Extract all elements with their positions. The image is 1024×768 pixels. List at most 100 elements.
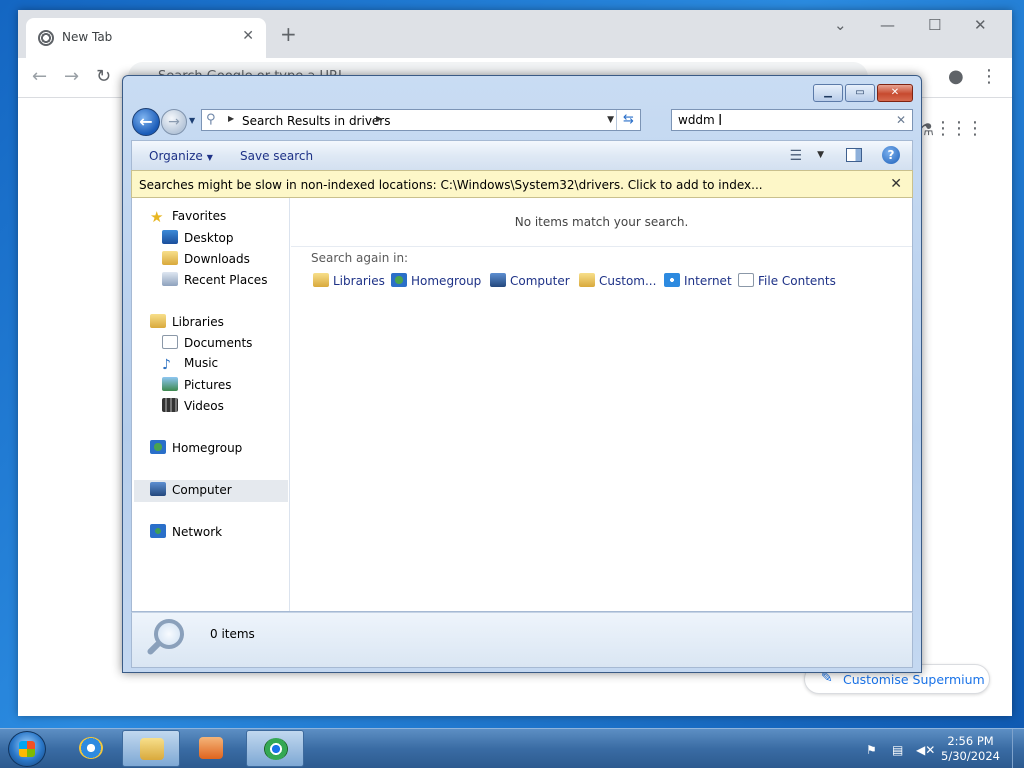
recent-places-icon bbox=[162, 272, 178, 286]
magnifier-handle bbox=[146, 640, 162, 656]
start-button[interactable] bbox=[8, 731, 46, 767]
nav-homegroup[interactable]: Homegroup bbox=[150, 440, 242, 460]
show-desktop-button[interactable] bbox=[1012, 729, 1024, 768]
view-dropdown-icon[interactable]: ▼ bbox=[817, 150, 824, 160]
nav-label: Desktop bbox=[184, 231, 234, 245]
nav-libraries[interactable]: Libraries bbox=[150, 314, 224, 334]
location-label: Custom... bbox=[599, 274, 657, 288]
taskbar-internet-explorer[interactable] bbox=[62, 730, 120, 767]
nav-downloads[interactable]: Downloads bbox=[162, 251, 250, 271]
search-box[interactable]: I ✕ bbox=[671, 109, 913, 131]
breadcrumb-arrow-icon[interactable]: ▶ bbox=[228, 114, 234, 123]
forward-button[interactable]: → bbox=[161, 109, 187, 135]
nav-label: Music bbox=[184, 356, 219, 370]
search-again-custom[interactable]: Custom... bbox=[579, 273, 656, 288]
internet-explorer-icon bbox=[79, 737, 103, 759]
nav-music[interactable]: ♪ Music bbox=[162, 356, 218, 376]
help-icon[interactable]: ? bbox=[882, 146, 900, 164]
breadcrumb-search-results[interactable]: Search Results in drivers bbox=[242, 114, 391, 128]
maximize-button[interactable]: ▭ bbox=[845, 84, 875, 102]
new-tab-plus-icon[interactable]: + bbox=[280, 24, 297, 44]
browser-back-icon[interactable]: ← bbox=[32, 66, 47, 87]
search-input[interactable] bbox=[678, 113, 878, 127]
organize-label: Organize bbox=[149, 149, 203, 163]
downloads-folder-icon bbox=[162, 251, 178, 265]
system-clock[interactable]: 2:56 PM 5/30/2024 bbox=[941, 734, 1000, 764]
search-again-file-contents[interactable]: File Contents bbox=[738, 273, 836, 288]
desktop-icon bbox=[162, 230, 178, 244]
browser-tab-new-tab[interactable]: New Tab ✕ bbox=[26, 18, 266, 58]
index-warning-infobar[interactable]: Searches might be slow in non-indexed lo… bbox=[131, 170, 913, 198]
nav-label: Documents bbox=[184, 336, 253, 350]
browser-reload-icon[interactable]: ↻ bbox=[96, 66, 111, 87]
dismiss-infobar-icon[interactable]: ✕ bbox=[890, 176, 902, 192]
browser-close-icon[interactable]: ✕ bbox=[974, 16, 987, 34]
volume-muted-icon[interactable]: ◀✕ bbox=[916, 743, 935, 757]
browser-tab-strip: New Tab ✕ + ⌄ — ☐ ✕ bbox=[18, 10, 1012, 58]
refresh-icon[interactable]: ⇆ bbox=[616, 110, 640, 130]
nav-pictures[interactable]: Pictures bbox=[162, 377, 232, 397]
apps-grid-icon[interactable]: ⋮⋮⋮ bbox=[934, 118, 984, 139]
nav-computer[interactable]: Computer bbox=[134, 480, 288, 502]
save-search-button[interactable]: Save search bbox=[240, 149, 313, 163]
back-button[interactable]: ← bbox=[132, 108, 160, 136]
nav-label: Favorites bbox=[172, 209, 227, 223]
address-dropdown-icon[interactable]: ▼ bbox=[607, 115, 614, 125]
nav-network[interactable]: Network bbox=[150, 524, 222, 544]
divider bbox=[291, 246, 912, 247]
clear-search-icon[interactable]: ✕ bbox=[896, 113, 906, 127]
search-results-icon: ⚲ bbox=[206, 112, 216, 127]
clock-date: 5/30/2024 bbox=[941, 749, 1000, 763]
custom-folder-icon bbox=[579, 273, 595, 287]
close-button[interactable]: ✕ bbox=[877, 84, 913, 102]
details-pane: 0 items bbox=[131, 612, 913, 668]
search-again-homegroup[interactable]: Homegroup bbox=[391, 273, 481, 288]
taskbar-media-player[interactable] bbox=[182, 730, 240, 767]
command-bar: Organize ▼ Save search ☰ ▼ ? bbox=[131, 140, 913, 170]
search-again-computer[interactable]: Computer bbox=[490, 273, 570, 288]
film-strip-icon bbox=[162, 398, 178, 412]
nav-label: Computer bbox=[172, 483, 232, 497]
change-view-icon[interactable]: ☰ bbox=[789, 148, 802, 164]
windows-logo-icon bbox=[19, 741, 35, 757]
libraries-icon bbox=[150, 314, 166, 328]
nav-label: Recent Places bbox=[184, 273, 268, 287]
breadcrumb-arrow-icon[interactable]: ▶ bbox=[376, 114, 382, 123]
close-tab-icon[interactable]: ✕ bbox=[242, 28, 254, 44]
browser-minimize-icon[interactable]: — bbox=[880, 16, 895, 34]
nav-label: Videos bbox=[184, 399, 224, 413]
search-again-internet[interactable]: Internet bbox=[664, 273, 732, 288]
organize-button[interactable]: Organize ▼ bbox=[149, 149, 213, 163]
media-player-icon bbox=[199, 737, 223, 759]
action-center-flag-icon[interactable]: ⚑ bbox=[866, 743, 877, 757]
libraries-icon bbox=[313, 273, 329, 287]
window-caption-buttons: ▁ ▭ ✕ bbox=[811, 84, 913, 102]
browser-maximize-icon[interactable]: ☐ bbox=[928, 16, 941, 34]
nav-label: Homegroup bbox=[172, 441, 243, 455]
profile-avatar-icon[interactable]: ● bbox=[948, 66, 964, 87]
browser-forward-icon[interactable]: → bbox=[64, 66, 79, 87]
taskbar-explorer[interactable] bbox=[122, 730, 180, 767]
browser-tab-title: New Tab bbox=[62, 30, 113, 44]
browser-menu-icon[interactable]: ⋮ bbox=[980, 66, 998, 87]
preview-pane-icon[interactable] bbox=[846, 148, 862, 162]
nav-desktop[interactable]: Desktop bbox=[162, 230, 234, 250]
nav-favorites[interactable]: ★ Favorites bbox=[150, 209, 226, 229]
taskbar-browser[interactable] bbox=[246, 730, 304, 767]
network-tray-icon[interactable]: ▤ bbox=[892, 743, 903, 757]
nav-label: Network bbox=[172, 525, 223, 539]
star-icon: ★ bbox=[150, 208, 164, 226]
recent-pages-dropdown-icon[interactable]: ▼ bbox=[189, 116, 195, 125]
minimize-button[interactable]: ▁ bbox=[813, 84, 843, 102]
search-again-libraries[interactable]: Libraries bbox=[313, 273, 385, 288]
infobar-message: Searches might be slow in non-indexed lo… bbox=[139, 178, 763, 192]
nav-videos[interactable]: Videos bbox=[162, 398, 224, 418]
item-count: 0 items bbox=[210, 627, 255, 641]
nav-recent-places[interactable]: Recent Places bbox=[162, 272, 267, 292]
organize-dropdown-icon: ▼ bbox=[206, 153, 213, 162]
address-bar[interactable]: ⚲ ▶ Search Results in drivers ▶ ▼ ⇆ bbox=[201, 109, 641, 131]
browser-icon bbox=[264, 738, 288, 760]
location-label: Internet bbox=[684, 274, 732, 288]
tab-search-chevron-icon[interactable]: ⌄ bbox=[834, 16, 847, 34]
nav-documents[interactable]: Documents bbox=[162, 335, 252, 355]
